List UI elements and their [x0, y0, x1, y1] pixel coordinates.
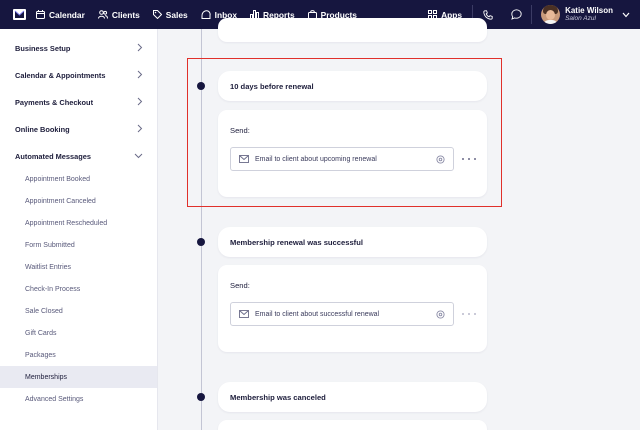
timeline-dot [197, 238, 205, 246]
sidebar-item-label: Online Booking [15, 124, 70, 134]
sidebar-subitem-appointment-canceled[interactable]: Appointment Canceled [0, 190, 157, 212]
chevron-down-icon [134, 153, 143, 159]
nav-clients[interactable]: Clients [97, 0, 140, 29]
sidebar-item-online-booking[interactable]: Online Booking [0, 118, 158, 140]
mail-icon [239, 310, 249, 318]
message-select[interactable]: Email to client about successful renewal [230, 302, 454, 326]
sidebar-subitem-packages[interactable]: Packages [0, 344, 157, 366]
event-send-card [218, 420, 487, 430]
message-name: Email to client about successful renewal [255, 310, 380, 318]
sidebar-subitem-label: Form Submitted [25, 241, 75, 249]
sidebar-subitem-label: Packages [25, 351, 56, 359]
sidebar-subitem-sale-closed[interactable]: Sale Closed [0, 300, 157, 322]
sidebar-subitem-advanced-settings[interactable]: Advanced Settings [0, 388, 157, 410]
sidebar-subitem-appointment-booked[interactable]: Appointment Booked [0, 168, 157, 190]
event-title-pill: Membership was canceled [218, 382, 487, 412]
sidebar-subitem-label: Advanced Settings [25, 395, 84, 403]
sidebar-item-label: Business Setup [15, 43, 71, 53]
sidebar-item-business-setup[interactable]: Business Setup [0, 37, 158, 59]
tag-icon [152, 10, 162, 19]
chat-bubble-icon [511, 9, 522, 20]
timeline-dot [197, 393, 205, 401]
user-business: Salon Azul [565, 15, 596, 22]
sidebar-subitem-label: Sale Closed [25, 307, 63, 315]
send-label: Send: [230, 281, 250, 290]
sidebar-subitem-label: Waitlist Entries [25, 263, 72, 271]
sidebar-subitem-form-submitted[interactable]: Form Submitted [0, 234, 157, 256]
sidebar-item-payments-checkout[interactable]: Payments & Checkout [0, 91, 158, 113]
settings-sidebar: Business Setup Calendar & Appointments P… [0, 29, 158, 430]
sidebar-subitem-label: Appointment Rescheduled [25, 219, 108, 227]
user-menu[interactable]: Katie Wilson Salon Azul [532, 5, 640, 24]
sidebar-subitem-check-in-process[interactable]: Check-In Process [0, 278, 157, 300]
inbox-icon [201, 10, 211, 19]
chevron-right-icon [137, 124, 143, 133]
previous-event-card [218, 18, 487, 42]
sidebar-subitem-label: Memberships [25, 373, 68, 381]
sidebar-subitem-memberships[interactable]: Memberships [0, 366, 157, 388]
avatar [541, 5, 561, 24]
logo-icon[interactable] [13, 9, 26, 20]
sidebar-subitem-waitlist-entries[interactable]: Waitlist Entries [0, 256, 157, 278]
phone-icon [482, 9, 493, 20]
sidebar-item-label: Calendar & Appointments [15, 70, 106, 80]
nav-clients-label: Clients [111, 9, 140, 20]
more-options-icon[interactable] [462, 309, 476, 319]
sidebar-subitem-label: Appointment Canceled [25, 197, 96, 205]
sidebar-subitem-label: Appointment Booked [25, 175, 90, 183]
event-send-card: Send: Email to client about successful r… [218, 265, 487, 352]
chevron-right-icon [137, 43, 143, 52]
event-title: Membership renewal was successful [230, 237, 363, 247]
sidebar-item-calendar-appointments[interactable]: Calendar & Appointments [0, 64, 158, 86]
event-title: Membership was canceled [230, 392, 326, 402]
sidebar-item-label: Automated Messages [15, 151, 91, 161]
clients-icon [97, 10, 108, 19]
event-title-pill: Membership renewal was successful [218, 227, 487, 257]
chat-button[interactable] [502, 0, 531, 29]
highlight-box [187, 58, 502, 207]
nav-calendar[interactable]: Calendar [36, 0, 85, 29]
calendar-icon [36, 10, 45, 19]
sidebar-subitem-appointment-rescheduled[interactable]: Appointment Rescheduled [0, 212, 157, 234]
user-name: Katie Wilson [565, 6, 613, 15]
nav-calendar-label: Calendar [49, 9, 85, 20]
chevron-right-icon [137, 70, 143, 79]
sidebar-item-label: Payments & Checkout [15, 97, 94, 107]
nav-sales[interactable]: Sales [152, 0, 188, 29]
gear-icon[interactable] [436, 310, 445, 319]
sidebar-subitem-gift-cards[interactable]: Gift Cards [0, 322, 157, 344]
sidebar-subitem-label: Check-In Process [25, 285, 81, 293]
sidebar-item-automated-messages[interactable]: Automated Messages [0, 145, 158, 167]
chevron-right-icon [137, 97, 143, 106]
nav-sales-label: Sales [165, 9, 188, 20]
user-info: Katie Wilson Salon Azul [565, 6, 613, 23]
sidebar-subitem-label: Gift Cards [25, 329, 57, 337]
chevron-down-icon [622, 12, 630, 17]
